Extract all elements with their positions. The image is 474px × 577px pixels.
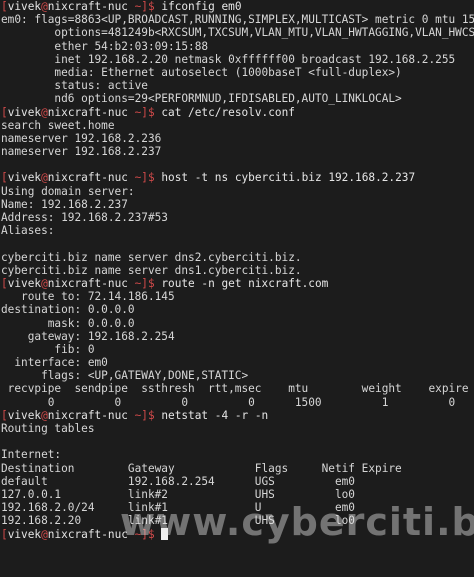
prompt-close-bracket: ]	[141, 408, 148, 422]
prompt-line: [vivek@nixcraft-nuc ~]$	[1, 527, 474, 541]
prompt-open-bracket: [	[1, 0, 8, 13]
command-text: host -t ns cyberciti.biz 192.168.2.237	[161, 171, 416, 185]
output-line: fib: 0	[1, 342, 95, 356]
prompt-close-bracket: ]	[141, 105, 148, 119]
prompt-line: [vivek@nixcraft-nuc ~]$ host -t ns cyber…	[1, 171, 474, 184]
prompt-line: [vivek@nixcraft-nuc ~]$ ifconfig em0	[1, 0, 474, 13]
output-line: media: Ethernet autoselect (1000baseT <f…	[1, 65, 402, 79]
output-line: 127.0.0.1 link#2 UHS lo0	[1, 487, 355, 501]
output-line: Address: 192.168.2.237#53	[1, 211, 168, 224]
output-line: options=481249b<RXCSUM,TXCSUM,VLAN_MTU,V…	[1, 26, 474, 40]
output-line: Routing tables	[1, 422, 95, 435]
output-line: default 192.168.2.254 UGS em0	[1, 474, 355, 488]
prompt-open-bracket: [	[1, 105, 8, 119]
output-line: search sweet.home	[1, 118, 115, 132]
prompt-open-bracket: [	[1, 408, 8, 422]
prompt-at-sign: @	[41, 171, 48, 185]
output-line: Name: 192.168.2.237	[1, 197, 128, 211]
output-line: cyberciti.biz name server dns1.cyberciti…	[1, 263, 302, 277]
prompt-username: vivek	[7, 105, 42, 119]
prompt-path: ~	[127, 527, 142, 541]
output-line: recvpipe sendpipe ssthresh rtt,msec mtu …	[1, 382, 469, 396]
command-text: netstat -4 -r -n	[161, 408, 269, 422]
output-line: inet 192.168.2.20 netmask 0xffffff00 bro…	[1, 52, 456, 66]
output-line: Destination Gateway Flags Netif Expire	[1, 461, 402, 475]
prompt-open-bracket: [	[1, 276, 8, 290]
prompt-username: vivek	[7, 171, 42, 185]
prompt-open-bracket: [	[1, 527, 8, 541]
output-line: ether 54:b2:03:09:15:88	[1, 39, 209, 53]
output-line: em0: flags=8863<UP,BROADCAST,RUNNING,SIM…	[1, 13, 474, 27]
prompt-at-sign: @	[41, 0, 48, 13]
output-line: 192.168.2.20 link#1 UHS lo0	[1, 514, 355, 528]
prompt-path: ~	[127, 171, 142, 185]
output-line: 0 0 0 0 1500 1 0	[1, 395, 456, 409]
prompt-hostname: nixcraft-nuc	[47, 276, 128, 290]
prompt-line: [vivek@nixcraft-nuc ~]$ netstat -4 -r -n	[1, 409, 474, 422]
output-line: interface: em0	[1, 356, 108, 370]
output-line: nameserver 192.168.2.236	[1, 131, 162, 145]
output-line: Aliases:	[1, 224, 55, 238]
output-line: status: active	[1, 79, 148, 93]
terminal-window[interactable]: [vivek@nixcraft-nuc ~]$ ifconfig em0 em0:…	[0, 0, 474, 577]
prompt-close-bracket: ]	[141, 0, 148, 13]
prompt-close-bracket: ]	[141, 276, 148, 290]
prompt-symbol: $	[147, 171, 162, 185]
text-cursor[interactable]	[161, 527, 169, 540]
output-line: Internet:	[1, 448, 62, 462]
output-line: mask: 0.0.0.0	[1, 316, 135, 330]
output-line: Using domain server:	[1, 184, 135, 198]
prompt-at-sign: @	[41, 105, 48, 119]
prompt-at-sign: @	[41, 276, 48, 290]
output-line: gateway: 192.168.2.254	[1, 329, 175, 343]
command-text: ifconfig em0	[161, 0, 242, 13]
prompt-close-bracket: ]	[141, 171, 148, 185]
prompt-username: vivek	[7, 408, 42, 422]
prompt-line: [vivek@nixcraft-nuc ~]$ cat /etc/resolv.…	[1, 106, 474, 119]
prompt-symbol: $	[147, 527, 162, 541]
command-text: route -n get nixcraft.com	[161, 276, 329, 290]
prompt-hostname: nixcraft-nuc	[47, 0, 128, 13]
output-line: nd6 options=29<PERFORMNUD,IFDISABLED,AUT…	[1, 92, 402, 106]
command-text: cat /etc/resolv.conf	[161, 105, 295, 119]
prompt-path: ~	[127, 0, 142, 13]
prompt-at-sign: @	[41, 408, 48, 422]
output-line: destination: 0.0.0.0	[1, 303, 135, 317]
prompt-at-sign: @	[41, 527, 48, 541]
prompt-hostname: nixcraft-nuc	[47, 527, 128, 541]
prompt-symbol: $	[147, 105, 162, 119]
prompt-symbol: $	[147, 408, 162, 422]
prompt-path: ~	[127, 408, 142, 422]
prompt-username: vivek	[7, 0, 42, 13]
prompt-username: vivek	[7, 527, 42, 541]
prompt-close-bracket: ]	[141, 527, 148, 541]
prompt-path: ~	[127, 276, 142, 290]
prompt-hostname: nixcraft-nuc	[47, 105, 128, 119]
prompt-symbol: $	[147, 0, 162, 13]
prompt-username: vivek	[7, 276, 42, 290]
output-line: cyberciti.biz name server dns2.cyberciti…	[1, 250, 302, 264]
prompt-hostname: nixcraft-nuc	[47, 171, 128, 185]
prompt-symbol: $	[147, 276, 162, 290]
prompt-line: [vivek@nixcraft-nuc ~]$ route -n get nix…	[1, 277, 474, 290]
output-line: flags: <UP,GATEWAY,DONE,STATIC>	[1, 369, 249, 383]
output-line: nameserver 192.168.2.237	[1, 145, 162, 159]
output-line: route to: 72.14.186.145	[1, 290, 175, 304]
prompt-open-bracket: [	[1, 171, 8, 185]
prompt-path: ~	[127, 105, 142, 119]
output-line: 192.168.2.0/24 link#1 U em0	[1, 501, 355, 515]
prompt-hostname: nixcraft-nuc	[47, 408, 128, 422]
